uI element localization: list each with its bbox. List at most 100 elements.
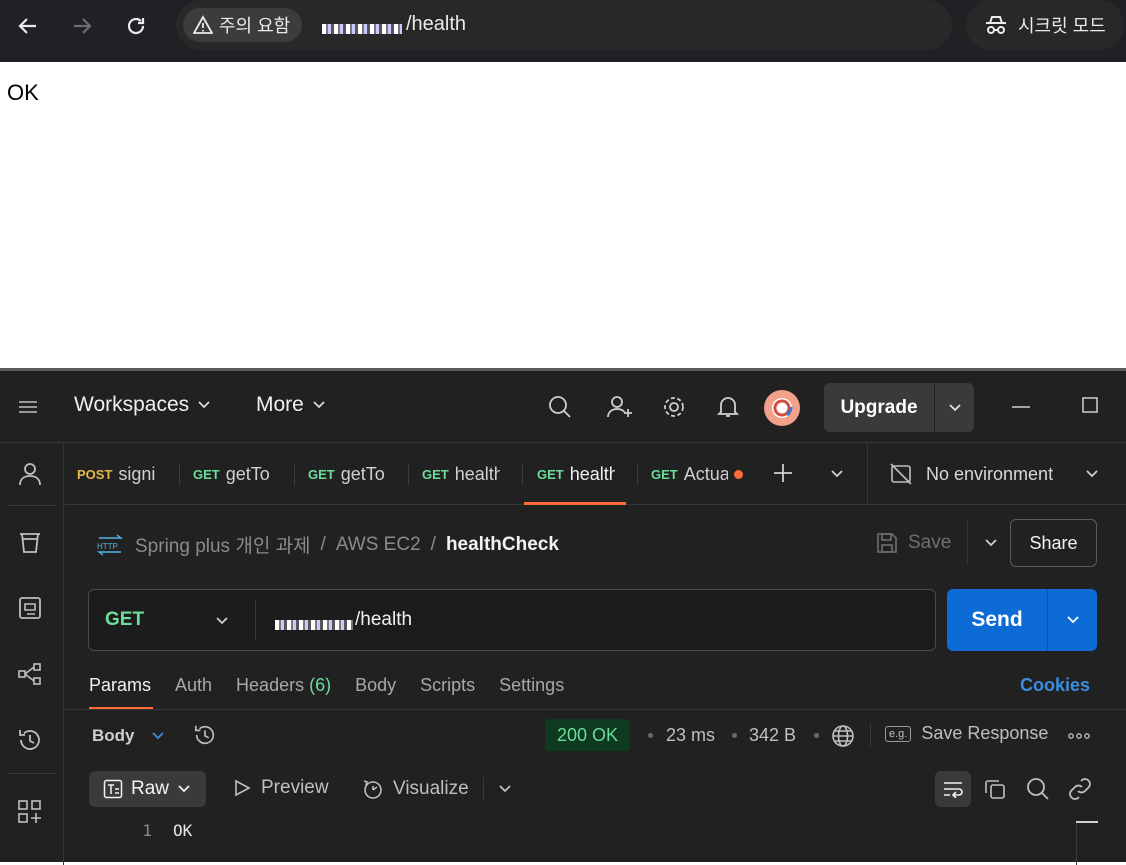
save-response-label: Save Response [921,723,1049,743]
sidebar-item-configure[interactable] [17,799,43,825]
send-button[interactable]: Send [947,589,1097,651]
tab-method: GET [193,466,220,482]
notifications-button[interactable] [717,395,739,419]
section-divider [65,709,1126,710]
invite-button[interactable] [607,395,633,419]
upgrade-dropdown[interactable] [935,403,974,413]
chevron-down-icon[interactable] [498,784,512,794]
chevron-down-icon [198,401,210,409]
more-label: More [256,393,304,416]
code-line: OK [173,821,193,840]
more-menu[interactable]: More [256,393,326,417]
sidebar-divider [8,773,56,774]
request-url-bar: GET /health [88,589,936,651]
cookies-link[interactable]: Cookies [1020,675,1090,696]
tab-params[interactable]: Params [89,675,151,696]
workspaces-menu[interactable]: Workspaces [74,393,211,417]
avatar[interactable] [764,390,800,426]
request-config-tabs: Params Auth Headers (6) Body Scripts Set… [89,675,564,696]
link-icon [1069,778,1091,800]
method-dropdown[interactable] [215,616,229,626]
preview-button[interactable]: Preview [233,777,329,799]
incognito-indicator[interactable]: 시크릿 모드 [966,0,1124,50]
tab-request[interactable]: POST signi [77,443,167,505]
workspaces-label: Workspaces [74,393,190,416]
tab-overflow-button[interactable] [830,469,844,479]
network-button[interactable] [831,724,855,748]
security-warning-chip[interactable]: 주의 요함 [183,8,303,42]
search-icon [549,396,571,418]
url-path: /health [406,13,467,35]
play-icon [235,779,251,797]
sidebar-item-flows[interactable] [17,661,43,687]
chevron-down-icon[interactable] [984,538,998,548]
environment-selector[interactable]: No environment [867,443,1126,505]
headers-label: Headers [236,675,305,695]
tab-scripts[interactable]: Scripts [420,675,475,696]
response-more-button[interactable] [1068,733,1090,739]
incognito-icon [986,16,1006,34]
minimize-icon [1012,406,1030,408]
tab-request[interactable]: GET getTo [193,443,283,505]
reload-button[interactable] [116,6,156,46]
response-size[interactable]: 342 B [749,725,796,746]
tab-settings[interactable]: Settings [499,675,564,696]
security-warning-label: 주의 요함 [219,16,291,36]
minimize-button[interactable] [1012,405,1030,409]
tab-method: GET [308,466,335,482]
tab-request[interactable]: GET Actua [651,443,743,505]
breadcrumb-collection[interactable]: Spring plus 개인 과제 [135,531,311,558]
sidebar-item-collections[interactable] [17,529,43,555]
chevron-down-icon [178,785,190,793]
response-time[interactable]: 23 ms [666,725,715,746]
new-tab-button[interactable] [773,463,793,483]
add-apps-icon [18,800,41,823]
copy-button[interactable] [984,778,1006,800]
tab-request[interactable]: GET health [422,443,500,505]
breadcrumb-folder[interactable]: AWS EC2 [336,534,421,556]
tab-body[interactable]: Body [355,675,396,696]
url-input[interactable]: /health [355,609,412,631]
settings-button[interactable] [662,395,686,419]
environment-icon [19,597,41,619]
forward-button[interactable] [62,6,102,46]
raw-view-button[interactable]: Raw [89,771,206,807]
back-button[interactable] [8,6,48,46]
status-badge[interactable]: 200 OK [545,719,631,751]
send-dropdown[interactable] [1048,615,1097,625]
address-bar[interactable]: 주의 요함 /health [176,0,1099,50]
upgrade-button[interactable]: Upgrade [824,383,974,432]
copy-icon [985,780,1005,799]
method-select[interactable]: GET [105,609,144,631]
send-label: Send [971,608,1023,631]
tab-auth[interactable]: Auth [175,675,212,696]
save-response-button[interactable]: e.g. Save Response [885,723,1048,744]
breadcrumb-request[interactable]: healthCheck [446,534,559,556]
save-button[interactable]: Save [876,519,998,567]
scrollbar-thumb[interactable] [1076,821,1098,823]
search-response-button[interactable] [1026,777,1050,801]
wrap-lines-button[interactable] [935,771,971,807]
tab-request[interactable]: GET getTo [308,443,386,505]
meta-separator [732,733,737,738]
maximize-button[interactable] [1082,397,1098,413]
bell-icon [717,397,739,417]
sidebar-item-history[interactable] [17,727,43,753]
tab-label: getTo [225,463,270,484]
response-history-button[interactable] [193,723,217,747]
search-button[interactable] [548,395,572,419]
response-divider [870,723,871,747]
visualize-button[interactable]: Visualize [361,777,512,801]
share-button[interactable]: Share [1010,519,1097,567]
tab-request-active[interactable]: GET health [537,443,615,505]
copy-link-button[interactable] [1068,777,1092,801]
tab-headers[interactable]: Headers (6) [236,675,331,696]
sidebar-item-profile[interactable] [17,461,43,487]
sidebar-item-environments[interactable] [17,595,43,621]
flows-icon [18,663,41,685]
meta-separator [814,733,819,738]
left-sidebar [0,443,64,865]
response-body-dropdown[interactable]: Body [92,726,165,746]
menu-button[interactable] [18,399,38,415]
tab-method: GET [537,466,564,482]
